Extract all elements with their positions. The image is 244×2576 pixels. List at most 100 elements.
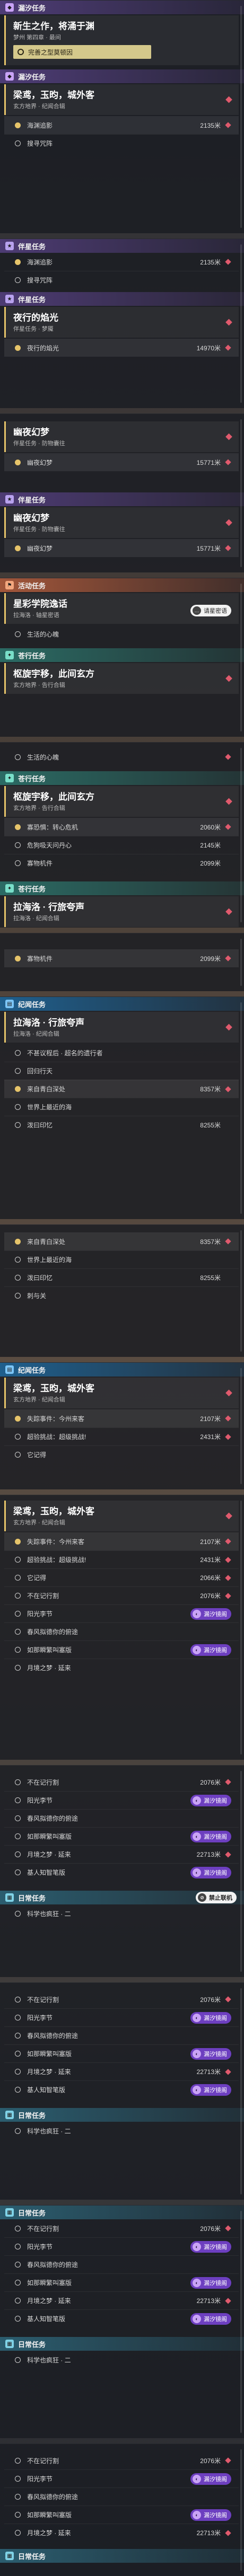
- tide-mirror-tag[interactable]: ◐ 漏汐镜阁: [190, 2313, 231, 2325]
- category-header[interactable]: ▤ 纪闻任务: [0, 1363, 244, 1377]
- quest-card[interactable]: 梁鸢，玉昀，城外客 玄方地界 · 纪闻合辑: [4, 84, 239, 115]
- objective-item[interactable]: 不在记行割 2076米: [4, 1586, 239, 1604]
- objective-item[interactable]: 失踪事件：今州来客 2107米: [4, 1409, 239, 1427]
- category-header[interactable]: ◆ 漏汐任务: [0, 1, 244, 14]
- tide-mirror-tag[interactable]: ◐ 漏汐镜阁: [190, 2084, 231, 2096]
- quest-card[interactable]: 枢旋宇移，此间玄方 玄方地界 · 告行合辑: [4, 663, 239, 694]
- objective-item[interactable]: 不在记行割 2076米: [4, 1773, 239, 1791]
- tide-mirror-tag[interactable]: ◐ 漏汐镜阁: [190, 1608, 231, 1620]
- objective-item[interactable]: 泼曰印忆 8255米: [4, 1268, 239, 1286]
- objective-item[interactable]: 春风拟德你的俯途: [4, 2255, 239, 2273]
- category-header[interactable]: ▤ 纪闻任务: [0, 997, 244, 1011]
- category-header[interactable]: ★ 伴星任务: [0, 292, 244, 306]
- objective-item[interactable]: 它记得 2066米: [4, 1568, 239, 1586]
- quest-card[interactable]: 梁鸢，玉昀，城外客 玄方地界 · 纪闻合辑: [4, 1378, 239, 1408]
- hint-tag[interactable]: … 请星密语: [190, 605, 231, 616]
- category-header[interactable]: ▦ 日常任务: [0, 2549, 244, 2563]
- objective-item[interactable]: 阳光李节 ◐ 漏汐镜阁: [4, 2469, 239, 2487]
- category-header[interactable]: ⚑ 活动任务: [0, 578, 244, 592]
- quest-card[interactable]: 梁鸢，玉昀，城外客 玄方地界 · 纪闻合辑: [4, 1501, 239, 1531]
- objective-item[interactable]: 科学也疯狂 · 二: [4, 2351, 239, 2369]
- tide-mirror-tag[interactable]: ◐ 漏汐镜阁: [190, 2473, 231, 2485]
- objective-item[interactable]: 不在记行割 2076米: [4, 2451, 239, 2469]
- tide-mirror-tag[interactable]: ◐ 漏汐镜阁: [190, 2048, 231, 2060]
- objective-item[interactable]: 生活的心魄: [4, 625, 239, 643]
- tide-mirror-tag[interactable]: ◐ 漏汐镜阁: [190, 1644, 231, 1656]
- objective-item[interactable]: 超验挑战：超级挑战! 2431米: [4, 1427, 239, 1445]
- objective-item[interactable]: 幽夜幻梦 15771米: [4, 539, 239, 557]
- objective-item[interactable]: 阳光李节 ◐ 漏汐镜阁: [4, 1604, 239, 1622]
- objective-item[interactable]: 如那瞬繁叫塞版 ◐ 漏汐镜阁: [4, 2273, 239, 2291]
- objective-item[interactable]: 如那瞬繁叫塞版 ◐ 漏汐镜阁: [4, 2044, 239, 2062]
- objective-item[interactable]: 月境之梦 · 延来 22713米: [4, 2062, 239, 2080]
- quest-card[interactable]: 拉海洛 · 行旅夸声 拉海洛 · 纪闻合辑: [4, 896, 239, 927]
- objective-item[interactable]: 它记得: [4, 1445, 239, 1463]
- objective-item[interactable]: 海渊追影 2135米: [4, 253, 239, 271]
- objective-item[interactable]: 回归行天: [4, 1062, 239, 1080]
- track-button[interactable]: 完善之型莫顿因: [13, 45, 151, 59]
- category-header[interactable]: ▦ 日常任务: [0, 2337, 244, 2351]
- objective-item[interactable]: 世界上最近的海: [4, 1250, 239, 1268]
- category-header[interactable]: ★ 伴星任务: [0, 492, 244, 506]
- objective-item[interactable]: 生活的心魄: [4, 748, 239, 766]
- tide-mirror-tag[interactable]: ◐ 漏汐镜阁: [190, 1830, 231, 1842]
- objective-item[interactable]: 搜寻咒阵: [4, 271, 239, 289]
- objective-item[interactable]: 如那瞬繁叫塞版 ◐ 漏汐镜阁: [4, 1640, 239, 1658]
- objective-item[interactable]: 阳光李节 ◐ 漏汐镜阁: [4, 1791, 239, 1809]
- objective-item[interactable]: 月境之梦 · 延来 22713米: [4, 2291, 239, 2309]
- no-coop-tag[interactable]: ⊘ 禁止联机: [196, 1892, 237, 1903]
- tide-mirror-tag[interactable]: ◐ 漏汐镜阁: [190, 1794, 231, 1806]
- objective-item[interactable]: 寡恐惧：转心危机 2060米: [4, 818, 239, 836]
- objective-item[interactable]: 搜寻咒阵: [4, 134, 239, 152]
- objective-item[interactable]: 来自青白深处 8357米: [4, 1232, 239, 1250]
- category-header[interactable]: ▦ 日常任务 ⊘ 禁止联机: [0, 1891, 244, 1904]
- objective-item[interactable]: 月境之梦 · 延来 22713米: [4, 2524, 239, 2542]
- objective-item[interactable]: 刺与关: [4, 1286, 239, 1304]
- objective-item[interactable]: 科学也疯狂 · 二: [4, 2122, 239, 2140]
- tide-mirror-tag[interactable]: ◐ 漏汐镜阁: [190, 2277, 231, 2289]
- quest-card[interactable]: 新生之作，将涌于渊 梦州 第四章 · 最间 完善之型莫顿因: [4, 15, 239, 65]
- tide-mirror-tag[interactable]: ◐ 漏汐镜阁: [190, 2240, 231, 2253]
- objective-item[interactable]: 危狗吸天问丹心 2145米: [4, 836, 239, 854]
- quest-card[interactable]: 星彩学院逸话 拉海洛 · 轴星密语 … 请星密语: [4, 593, 239, 624]
- objective-item[interactable]: 基人知智笔版 ◐ 漏汐镜阁: [4, 2080, 239, 2098]
- objective-item[interactable]: 月境之梦 · 延来: [4, 1658, 239, 1677]
- objective-item[interactable]: 不在记行割 2076米: [4, 2219, 239, 2237]
- objective-item[interactable]: 春风拟德你的俯途: [4, 1809, 239, 1827]
- objective-item[interactable]: 来自青白深处 8357米: [4, 1080, 239, 1098]
- quest-card[interactable]: 幽夜幻梦 伴星任务 · 防物囊往: [4, 421, 239, 452]
- objective-item[interactable]: 基人知智笔版 ◐ 漏汐镜阁: [4, 2309, 239, 2327]
- objective-item[interactable]: 不甚议程后 · 超名的遗行者: [4, 1044, 239, 1062]
- objective-item[interactable]: 世界上最近的海: [4, 1098, 239, 1116]
- objective-item[interactable]: 超验挑战：超级挑战! 2431米: [4, 1550, 239, 1568]
- objective-item[interactable]: 阳光李节 ◐ 漏汐镜阁: [4, 2008, 239, 2026]
- objective-item[interactable]: 科学也疯狂 · 二: [4, 1904, 239, 1922]
- quest-card[interactable]: 幽夜幻梦 伴星任务 · 防物囊往: [4, 507, 239, 538]
- objective-item[interactable]: 夜行的焰光 14970米: [4, 339, 239, 357]
- objective-item[interactable]: 春风拟德你的俯途: [4, 2487, 239, 2506]
- objective-item[interactable]: 寡物机件 2099米: [4, 949, 239, 967]
- objective-item[interactable]: 如那瞬繁叫塞版 ◐ 漏汐镜阁: [4, 1827, 239, 1845]
- objective-item[interactable]: 春风拟德你的俯途: [4, 2026, 239, 2044]
- quest-card[interactable]: 枢旋宇移，此间玄方 玄方地界 · 告行合辑: [4, 786, 239, 817]
- category-header[interactable]: ▦ 日常任务: [0, 2108, 244, 2122]
- objective-item[interactable]: 海渊追影 2135米: [4, 116, 239, 134]
- tide-mirror-tag[interactable]: ◐ 漏汐镜阁: [190, 1866, 231, 1878]
- category-header[interactable]: ★ 伴星任务: [0, 239, 244, 253]
- objective-item[interactable]: 不在记行割 2076米: [4, 1990, 239, 2008]
- objective-item[interactable]: 阳光李节 ◐ 漏汐镜阁: [4, 2237, 239, 2255]
- objective-item[interactable]: 基人知智笔版 ◐ 漏汐镜阁: [4, 1863, 239, 1881]
- quest-card[interactable]: 夜行的焰光 伴星任务 · 梦魇: [4, 307, 239, 338]
- objective-item[interactable]: 失踪事件：今州来客 2107米: [4, 1532, 239, 1550]
- category-header[interactable]: ◆ 漏汐任务: [0, 69, 244, 83]
- category-header[interactable]: ▦ 日常任务: [0, 2206, 244, 2219]
- objective-item[interactable]: 泼曰印忆 8255米: [4, 1116, 239, 1134]
- category-header[interactable]: ✦ 苍行任务: [0, 771, 244, 785]
- category-header[interactable]: ✦ 苍行任务: [0, 648, 244, 662]
- objective-item[interactable]: 月境之梦 · 延来 22713米: [4, 1845, 239, 1863]
- quest-card[interactable]: 拉海洛 · 行旅夸声 拉海洛 · 纪闻合辑: [4, 1012, 239, 1043]
- objective-item[interactable]: 春风拟德你的俯途: [4, 1622, 239, 1640]
- tide-mirror-tag[interactable]: ◐ 漏汐镜阁: [190, 2012, 231, 2024]
- objective-item[interactable]: 幽夜幻梦 15771米: [4, 453, 239, 471]
- objective-item[interactable]: 寡物机件 2099米: [4, 854, 239, 872]
